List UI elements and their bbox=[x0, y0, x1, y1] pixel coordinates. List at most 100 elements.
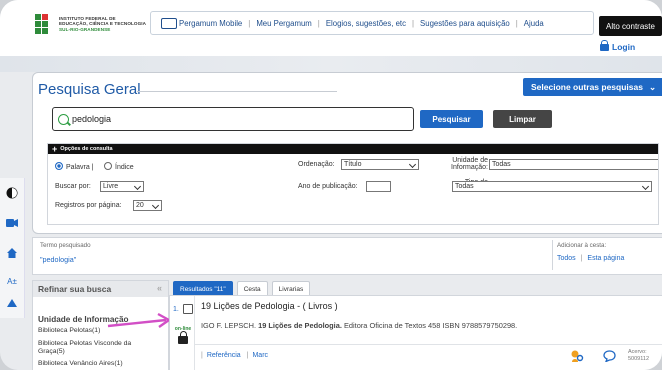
sign-language-icon[interactable] bbox=[3, 214, 21, 232]
result-description: IGO F. LEPSCH. 19 Lições de Pedologia. E… bbox=[201, 321, 517, 330]
unit-label: Unidade de Informação: bbox=[430, 157, 488, 171]
search-by-label: Buscar por: bbox=[55, 183, 91, 190]
other-searches-label: Selecione outras pesquisas bbox=[531, 82, 643, 92]
pub-year-label: Ano de publicação: bbox=[298, 183, 358, 190]
refine-header[interactable]: Refinar sua busca « bbox=[33, 281, 168, 297]
cart-all-link[interactable]: Todos bbox=[557, 255, 576, 262]
cart-separator: | bbox=[580, 255, 583, 262]
radio-selected-icon bbox=[55, 162, 63, 170]
logo-square bbox=[42, 14, 48, 20]
pub-year-input[interactable] bbox=[366, 181, 391, 192]
link-separator: | bbox=[246, 352, 249, 359]
logo-square bbox=[42, 28, 48, 34]
work-type-value: Todas bbox=[455, 183, 474, 190]
page-title: Pesquisa Geral bbox=[38, 81, 141, 98]
login-label: Login bbox=[612, 42, 636, 52]
radio-word[interactable]: Palavra | bbox=[55, 162, 94, 171]
results-list: 1. 19 Lições de Pedologia - ( Livros ) I… bbox=[169, 295, 662, 370]
login-link[interactable]: Login bbox=[600, 40, 636, 52]
work-type-select[interactable]: Todas bbox=[452, 181, 652, 192]
search-panel: Pesquisa Geral Selecione outras pesquisa… bbox=[32, 72, 662, 234]
logo-line: SUL-RIO-GRANDENSE bbox=[59, 26, 111, 32]
logo-square bbox=[35, 14, 41, 20]
header-band bbox=[0, 56, 662, 72]
searched-term-panel: Termo pesquisado "pedologia" Adicionar à… bbox=[32, 237, 662, 275]
collapse-left-icon[interactable]: « bbox=[157, 283, 162, 293]
search-icon bbox=[58, 113, 69, 125]
padlock-icon[interactable] bbox=[178, 331, 188, 344]
nav-sugestoes[interactable]: Sugestões para aquisição bbox=[416, 19, 514, 28]
per-page-label: Registros por página: bbox=[55, 202, 122, 209]
high-contrast-icon[interactable] bbox=[3, 184, 21, 202]
radio-index-label: Índice bbox=[115, 164, 134, 171]
top-navigation: Pergamum Mobile | Meu Pergamum | Elogios… bbox=[150, 11, 594, 35]
nav-ajuda[interactable]: Ajuda bbox=[520, 19, 548, 28]
result-divider bbox=[194, 344, 662, 345]
refine-title: Refinar sua busca bbox=[38, 284, 112, 294]
search-input[interactable] bbox=[72, 114, 392, 124]
unit-select[interactable]: Todas bbox=[489, 159, 658, 170]
result-title[interactable]: 19 Lições de Pedologia - ( Livros ) bbox=[201, 301, 338, 311]
institution-logo[interactable]: INSTITUTO FEDERAL DE EDUCAÇÃO, CIÊNCIA E… bbox=[35, 14, 155, 38]
comment-icon[interactable] bbox=[600, 348, 618, 364]
header: INSTITUTO FEDERAL DE EDUCAÇÃO, CIÊNCIA E… bbox=[0, 0, 662, 56]
unit-label-line: Informação: bbox=[451, 164, 488, 171]
radio-empty-icon bbox=[104, 162, 112, 170]
radio-index[interactable]: Índice bbox=[104, 162, 134, 171]
cart-page-link[interactable]: Esta página bbox=[587, 255, 624, 262]
cart-links: Todos | Esta página bbox=[557, 255, 624, 262]
other-searches-button[interactable]: Selecione outras pesquisas ⌄ bbox=[523, 78, 662, 96]
logo-square bbox=[35, 21, 41, 27]
options-header[interactable]: + Opções de consulta bbox=[48, 144, 658, 154]
result-publisher: Editora Oficina de Textos 458 ISBN 97885… bbox=[343, 321, 518, 330]
high-contrast-button[interactable]: Alto contraste bbox=[599, 16, 662, 36]
searched-term-label: Termo pesquisado bbox=[40, 242, 91, 249]
nav-meu-pergamum[interactable]: Meu Pergamum bbox=[252, 19, 315, 28]
title-divider bbox=[137, 91, 337, 92]
per-page-select[interactable]: 20 bbox=[133, 200, 162, 211]
marc-link[interactable]: Marc bbox=[252, 352, 268, 359]
result-number: 1. bbox=[173, 306, 179, 313]
search-by-select[interactable]: Livre bbox=[100, 181, 144, 192]
accessibility-bar: A± bbox=[0, 178, 25, 318]
result-book-title: 19 Lições de Pedologia. bbox=[258, 321, 342, 330]
search-button[interactable]: Pesquisar bbox=[420, 110, 483, 128]
scroll-top-icon[interactable] bbox=[3, 294, 21, 312]
options-title: Opções de consulta bbox=[60, 146, 113, 152]
per-page-value: 20 bbox=[136, 202, 144, 209]
annotation-arrow-icon bbox=[107, 312, 171, 328]
mobile-phone-icon bbox=[161, 17, 177, 29]
holding-info: Acervo: 5009112 bbox=[628, 349, 649, 363]
nav-pergamum-mobile[interactable]: Pergamum Mobile bbox=[179, 19, 246, 28]
searched-term-value: "pedologia" bbox=[40, 255, 77, 264]
app-frame: INSTITUTO FEDERAL DE EDUCAÇÃO, CIÊNCIA E… bbox=[0, 0, 662, 370]
holding-label: Acervo: bbox=[628, 349, 647, 355]
home-icon[interactable] bbox=[3, 244, 21, 262]
chevron-down-icon: ⌄ bbox=[648, 81, 657, 92]
reference-link[interactable]: Referência bbox=[207, 352, 241, 359]
search-options: + Opções de consulta Palavra | Índice Or… bbox=[47, 143, 659, 225]
library-item[interactable]: Biblioteca Pelotas Visconde da Graça(5) bbox=[38, 340, 158, 356]
library-item[interactable]: Biblioteca Venâncio Aires(1) bbox=[38, 360, 158, 368]
result-author: IGO F. LEPSCH. bbox=[201, 321, 257, 330]
link-separator: | bbox=[201, 352, 203, 359]
search-box[interactable] bbox=[52, 107, 414, 131]
result-links: | Referência | Marc bbox=[201, 352, 268, 359]
termo-divider bbox=[552, 240, 553, 270]
logo-square bbox=[42, 21, 48, 27]
clear-button[interactable]: Limpar bbox=[493, 110, 552, 128]
logo-square bbox=[35, 28, 41, 34]
nav-elogios[interactable]: Elogios, sugestões, etc bbox=[322, 19, 410, 28]
ordering-label: Ordenação: bbox=[298, 161, 335, 168]
holding-value: 5009112 bbox=[628, 356, 650, 362]
expand-plus-icon: + bbox=[52, 143, 58, 154]
font-size-icon[interactable]: A± bbox=[3, 272, 21, 290]
reserve-icon[interactable] bbox=[568, 348, 586, 364]
radio-word-label: Palavra bbox=[66, 164, 90, 171]
ordering-select[interactable]: Título bbox=[341, 159, 419, 170]
chevron-down-icon bbox=[133, 182, 142, 191]
logo-text: INSTITUTO FEDERAL DE EDUCAÇÃO, CIÊNCIA E… bbox=[59, 16, 146, 32]
result-checkbox[interactable] bbox=[183, 304, 193, 314]
unit-label-line: Unidade de bbox=[452, 157, 488, 164]
results-tabs: Resultados "11" Cesta Livrarias bbox=[173, 281, 314, 297]
